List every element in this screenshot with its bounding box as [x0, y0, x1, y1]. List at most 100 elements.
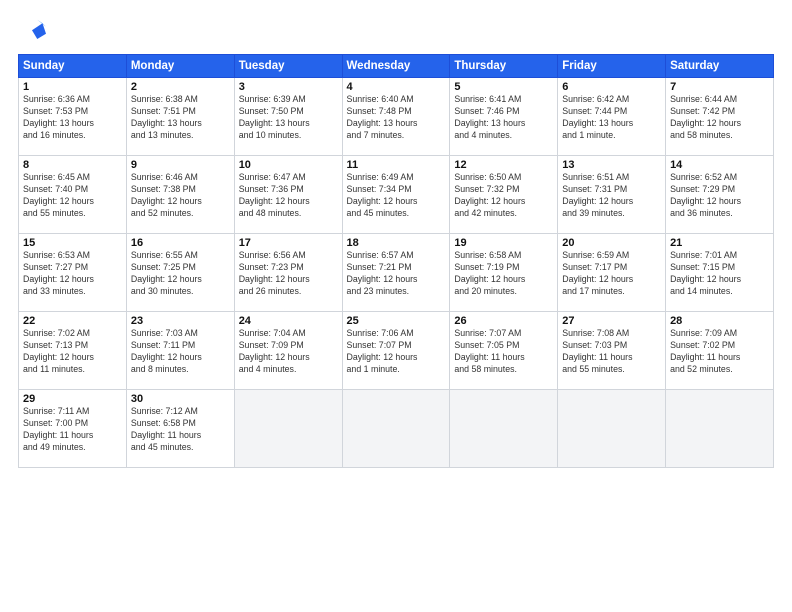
day-header-monday: Monday	[126, 55, 234, 78]
calendar-cell: 6Sunrise: 6:42 AM Sunset: 7:44 PM Daylig…	[558, 78, 666, 156]
day-info: Sunrise: 7:03 AM Sunset: 7:11 PM Dayligh…	[131, 328, 230, 376]
calendar-cell: 19Sunrise: 6:58 AM Sunset: 7:19 PM Dayli…	[450, 234, 558, 312]
calendar-cell: 28Sunrise: 7:09 AM Sunset: 7:02 PM Dayli…	[666, 312, 774, 390]
calendar-cell: 27Sunrise: 7:08 AM Sunset: 7:03 PM Dayli…	[558, 312, 666, 390]
calendar-table: SundayMondayTuesdayWednesdayThursdayFrid…	[18, 54, 774, 468]
day-number: 29	[23, 393, 122, 405]
day-number: 7	[670, 81, 769, 93]
calendar-cell: 9Sunrise: 6:46 AM Sunset: 7:38 PM Daylig…	[126, 156, 234, 234]
calendar-week-row: 8Sunrise: 6:45 AM Sunset: 7:40 PM Daylig…	[19, 156, 774, 234]
calendar-cell: 14Sunrise: 6:52 AM Sunset: 7:29 PM Dayli…	[666, 156, 774, 234]
calendar-cell: 29Sunrise: 7:11 AM Sunset: 7:00 PM Dayli…	[19, 390, 127, 468]
calendar-cell: 7Sunrise: 6:44 AM Sunset: 7:42 PM Daylig…	[666, 78, 774, 156]
day-info: Sunrise: 7:12 AM Sunset: 6:58 PM Dayligh…	[131, 406, 230, 454]
day-info: Sunrise: 6:57 AM Sunset: 7:21 PM Dayligh…	[347, 250, 446, 298]
day-info: Sunrise: 6:52 AM Sunset: 7:29 PM Dayligh…	[670, 172, 769, 220]
day-info: Sunrise: 6:46 AM Sunset: 7:38 PM Dayligh…	[131, 172, 230, 220]
day-number: 8	[23, 159, 122, 171]
day-info: Sunrise: 7:09 AM Sunset: 7:02 PM Dayligh…	[670, 328, 769, 376]
day-number: 18	[347, 237, 446, 249]
day-number: 3	[239, 81, 338, 93]
day-info: Sunrise: 7:11 AM Sunset: 7:00 PM Dayligh…	[23, 406, 122, 454]
day-info: Sunrise: 7:01 AM Sunset: 7:15 PM Dayligh…	[670, 250, 769, 298]
day-info: Sunrise: 7:02 AM Sunset: 7:13 PM Dayligh…	[23, 328, 122, 376]
day-header-saturday: Saturday	[666, 55, 774, 78]
calendar-cell: 26Sunrise: 7:07 AM Sunset: 7:05 PM Dayli…	[450, 312, 558, 390]
day-number: 24	[239, 315, 338, 327]
day-number: 14	[670, 159, 769, 171]
calendar-cell: 2Sunrise: 6:38 AM Sunset: 7:51 PM Daylig…	[126, 78, 234, 156]
day-number: 28	[670, 315, 769, 327]
calendar-cell: 17Sunrise: 6:56 AM Sunset: 7:23 PM Dayli…	[234, 234, 342, 312]
day-number: 22	[23, 315, 122, 327]
day-info: Sunrise: 7:07 AM Sunset: 7:05 PM Dayligh…	[454, 328, 553, 376]
day-info: Sunrise: 6:39 AM Sunset: 7:50 PM Dayligh…	[239, 94, 338, 142]
day-number: 10	[239, 159, 338, 171]
day-info: Sunrise: 7:08 AM Sunset: 7:03 PM Dayligh…	[562, 328, 661, 376]
day-info: Sunrise: 7:04 AM Sunset: 7:09 PM Dayligh…	[239, 328, 338, 376]
day-number: 23	[131, 315, 230, 327]
day-header-wednesday: Wednesday	[342, 55, 450, 78]
calendar-cell	[558, 390, 666, 468]
day-info: Sunrise: 6:51 AM Sunset: 7:31 PM Dayligh…	[562, 172, 661, 220]
logo-icon	[18, 18, 46, 46]
calendar-cell: 22Sunrise: 7:02 AM Sunset: 7:13 PM Dayli…	[19, 312, 127, 390]
day-info: Sunrise: 6:50 AM Sunset: 7:32 PM Dayligh…	[454, 172, 553, 220]
day-header-friday: Friday	[558, 55, 666, 78]
day-info: Sunrise: 6:55 AM Sunset: 7:25 PM Dayligh…	[131, 250, 230, 298]
calendar-cell: 12Sunrise: 6:50 AM Sunset: 7:32 PM Dayli…	[450, 156, 558, 234]
calendar-cell: 20Sunrise: 6:59 AM Sunset: 7:17 PM Dayli…	[558, 234, 666, 312]
logo	[18, 18, 50, 46]
calendar-week-row: 22Sunrise: 7:02 AM Sunset: 7:13 PM Dayli…	[19, 312, 774, 390]
day-number: 20	[562, 237, 661, 249]
day-number: 1	[23, 81, 122, 93]
day-info: Sunrise: 6:40 AM Sunset: 7:48 PM Dayligh…	[347, 94, 446, 142]
day-info: Sunrise: 6:56 AM Sunset: 7:23 PM Dayligh…	[239, 250, 338, 298]
day-info: Sunrise: 6:58 AM Sunset: 7:19 PM Dayligh…	[454, 250, 553, 298]
day-number: 11	[347, 159, 446, 171]
day-info: Sunrise: 6:45 AM Sunset: 7:40 PM Dayligh…	[23, 172, 122, 220]
calendar-cell	[234, 390, 342, 468]
calendar-header: SundayMondayTuesdayWednesdayThursdayFrid…	[19, 55, 774, 78]
calendar-cell: 21Sunrise: 7:01 AM Sunset: 7:15 PM Dayli…	[666, 234, 774, 312]
day-header-row: SundayMondayTuesdayWednesdayThursdayFrid…	[19, 55, 774, 78]
day-info: Sunrise: 6:36 AM Sunset: 7:53 PM Dayligh…	[23, 94, 122, 142]
calendar-cell: 18Sunrise: 6:57 AM Sunset: 7:21 PM Dayli…	[342, 234, 450, 312]
calendar-week-row: 15Sunrise: 6:53 AM Sunset: 7:27 PM Dayli…	[19, 234, 774, 312]
calendar-cell: 1Sunrise: 6:36 AM Sunset: 7:53 PM Daylig…	[19, 78, 127, 156]
day-number: 30	[131, 393, 230, 405]
page: SundayMondayTuesdayWednesdayThursdayFrid…	[0, 0, 792, 612]
calendar-cell: 3Sunrise: 6:39 AM Sunset: 7:50 PM Daylig…	[234, 78, 342, 156]
day-info: Sunrise: 7:06 AM Sunset: 7:07 PM Dayligh…	[347, 328, 446, 376]
calendar-cell: 24Sunrise: 7:04 AM Sunset: 7:09 PM Dayli…	[234, 312, 342, 390]
calendar-cell	[342, 390, 450, 468]
calendar-week-row: 1Sunrise: 6:36 AM Sunset: 7:53 PM Daylig…	[19, 78, 774, 156]
day-number: 25	[347, 315, 446, 327]
day-number: 26	[454, 315, 553, 327]
calendar-cell: 4Sunrise: 6:40 AM Sunset: 7:48 PM Daylig…	[342, 78, 450, 156]
day-info: Sunrise: 6:59 AM Sunset: 7:17 PM Dayligh…	[562, 250, 661, 298]
day-number: 16	[131, 237, 230, 249]
header	[18, 18, 774, 46]
day-number: 17	[239, 237, 338, 249]
day-number: 2	[131, 81, 230, 93]
day-header-thursday: Thursday	[450, 55, 558, 78]
calendar-cell: 25Sunrise: 7:06 AM Sunset: 7:07 PM Dayli…	[342, 312, 450, 390]
day-number: 19	[454, 237, 553, 249]
calendar-cell: 13Sunrise: 6:51 AM Sunset: 7:31 PM Dayli…	[558, 156, 666, 234]
calendar-cell	[666, 390, 774, 468]
calendar-week-row: 29Sunrise: 7:11 AM Sunset: 7:00 PM Dayli…	[19, 390, 774, 468]
day-info: Sunrise: 6:41 AM Sunset: 7:46 PM Dayligh…	[454, 94, 553, 142]
calendar-cell: 5Sunrise: 6:41 AM Sunset: 7:46 PM Daylig…	[450, 78, 558, 156]
calendar-cell: 15Sunrise: 6:53 AM Sunset: 7:27 PM Dayli…	[19, 234, 127, 312]
day-info: Sunrise: 6:47 AM Sunset: 7:36 PM Dayligh…	[239, 172, 338, 220]
day-number: 5	[454, 81, 553, 93]
day-number: 27	[562, 315, 661, 327]
day-number: 6	[562, 81, 661, 93]
day-info: Sunrise: 6:42 AM Sunset: 7:44 PM Dayligh…	[562, 94, 661, 142]
day-number: 15	[23, 237, 122, 249]
day-info: Sunrise: 6:44 AM Sunset: 7:42 PM Dayligh…	[670, 94, 769, 142]
day-number: 13	[562, 159, 661, 171]
calendar-body: 1Sunrise: 6:36 AM Sunset: 7:53 PM Daylig…	[19, 78, 774, 468]
day-number: 12	[454, 159, 553, 171]
